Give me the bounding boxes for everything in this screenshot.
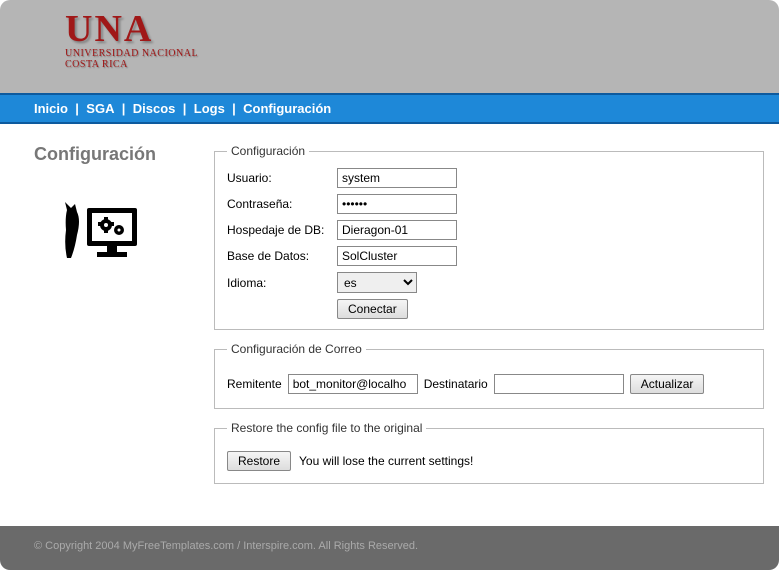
main: Configuración Usuario: Contraseña: Hospe…	[214, 144, 764, 496]
logo-sub-text: UNIVERSIDAD NACIONAL	[65, 48, 198, 59]
dbname-label: Base de Datos:	[227, 249, 337, 263]
connect-button[interactable]: Conectar	[337, 299, 408, 319]
header: UNA UNIVERSIDAD NACIONAL COSTA RICA	[0, 0, 779, 93]
restore-button[interactable]: Restore	[227, 451, 291, 471]
sender-label: Remitente	[227, 377, 282, 391]
user-input[interactable]	[337, 168, 457, 188]
recipient-input[interactable]	[494, 374, 624, 394]
nav-discos[interactable]: Discos	[133, 101, 176, 116]
page-title: Configuración	[34, 144, 214, 165]
logo-sub-text-2: COSTA RICA	[65, 59, 198, 70]
nav-separator: |	[122, 101, 126, 116]
logo-main-text: UNA	[65, 10, 198, 48]
config-fieldset: Configuración Usuario: Contraseña: Hospe…	[214, 144, 764, 330]
restore-warning: You will lose the current settings!	[299, 454, 473, 468]
mail-fieldset: Configuración de Correo Remitente Destin…	[214, 342, 764, 409]
user-label: Usuario:	[227, 171, 337, 185]
nav-sga[interactable]: SGA	[86, 101, 114, 116]
nav-logs[interactable]: Logs	[194, 101, 225, 116]
restore-legend: Restore the config file to the original	[227, 421, 426, 435]
dbname-input[interactable]	[337, 246, 457, 266]
password-label: Contraseña:	[227, 197, 337, 211]
sender-input[interactable]	[288, 374, 418, 394]
recipient-label: Destinatario	[424, 377, 488, 391]
mail-legend: Configuración de Correo	[227, 342, 366, 356]
nav-separator: |	[232, 101, 236, 116]
footer: © Copyright 2004 MyFreeTemplates.com / I…	[0, 526, 779, 570]
language-label: Idioma:	[227, 276, 337, 290]
language-select[interactable]: es	[337, 272, 417, 293]
logo: UNA UNIVERSIDAD NACIONAL COSTA RICA	[65, 10, 198, 70]
nav-separator: |	[75, 101, 79, 116]
content: Configuración	[0, 124, 779, 526]
restore-fieldset: Restore the config file to the original …	[214, 421, 764, 484]
password-input[interactable]	[337, 194, 457, 214]
sidebar: Configuración	[34, 144, 214, 496]
navbar: Inicio | SGA | Discos | Logs | Configura…	[0, 93, 779, 124]
footer-text: © Copyright 2004 MyFreeTemplates.com / I…	[34, 540, 418, 552]
config-legend: Configuración	[227, 144, 309, 158]
monitor-cat-icon	[59, 190, 214, 273]
dbhost-input[interactable]	[337, 220, 457, 240]
nav-inicio[interactable]: Inicio	[34, 101, 68, 116]
nav-separator: |	[183, 101, 187, 116]
update-button[interactable]: Actualizar	[630, 374, 705, 394]
dbhost-label: Hospedaje de DB:	[227, 223, 337, 237]
nav-configuracion[interactable]: Configuración	[243, 101, 331, 116]
